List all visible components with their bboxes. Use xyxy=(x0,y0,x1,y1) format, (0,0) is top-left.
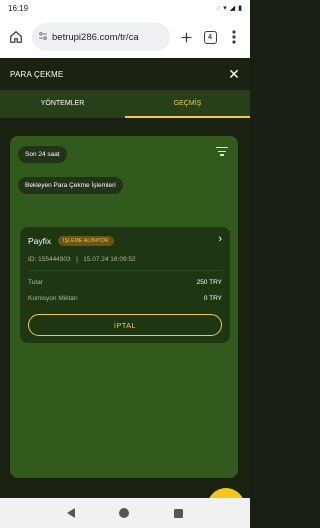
fee-row: Komisyon Miktarı 0 TRY xyxy=(28,295,222,302)
fee-value: 0 TRY xyxy=(203,295,222,302)
transaction-card[interactable]: Payfix İŞLEME ALINIYOR › ID: 155444903 |… xyxy=(20,227,230,343)
site-settings-icon[interactable] xyxy=(38,31,48,43)
amount-row: Tutar 250 TRY xyxy=(28,279,222,286)
history-panel: Son 24 saat Bekleyen Para Çekme İşlemler… xyxy=(10,136,238,478)
amount-label: Tutar xyxy=(28,279,43,286)
browser-toolbar: betrupi286.com/tr/ca 4 xyxy=(0,16,250,58)
page-title: PARA ÇEKME xyxy=(10,69,64,79)
transaction-meta: ID: 155444903 | 15.07.24 16:09:52 xyxy=(28,256,136,263)
mute-icon: ◌ xyxy=(216,4,221,12)
new-tab-icon[interactable] xyxy=(174,25,198,49)
transaction-id: ID: 155444903 xyxy=(28,256,71,263)
payment-method-name: Payfix xyxy=(28,236,52,246)
tab-count: 4 xyxy=(203,30,217,44)
meta-separator: | xyxy=(76,256,78,263)
system-status-bar: 16:19 ◌ ▾ ◢ ▮ xyxy=(0,0,250,16)
address-bar[interactable]: betrupi286.com/tr/ca xyxy=(32,23,170,51)
battery-icon: ▮ xyxy=(238,5,242,12)
transaction-datetime: 15.07.24 16:09:52 xyxy=(83,256,136,263)
url-text: betrupi286.com/tr/ca xyxy=(52,31,139,43)
back-icon[interactable] xyxy=(67,508,76,518)
chevron-right-icon[interactable]: › xyxy=(218,233,222,245)
withdraw-modal: PARA ÇEKME ✕ YÖNTEMLER GEÇMİŞ Son 24 saa… xyxy=(0,58,250,526)
status-icons: ◌ ▾ ◢ ▮ xyxy=(216,4,242,13)
signal-icon: ◢ xyxy=(229,5,236,12)
tab-switcher-button[interactable]: 4 xyxy=(198,25,222,49)
card-divider xyxy=(28,270,222,271)
tab-bar: YÖNTEMLER GEÇMİŞ xyxy=(0,90,250,118)
filter-icon[interactable] xyxy=(216,147,228,158)
modal-header: PARA ÇEKME ✕ xyxy=(0,58,250,90)
close-icon[interactable]: ✕ xyxy=(228,67,240,81)
wifi-icon: ▾ xyxy=(223,5,227,12)
status-time: 16:19 xyxy=(8,3,29,13)
pending-withdrawals-filter[interactable]: Bekleyen Para Çekme İşlemleri xyxy=(18,177,123,194)
status-badge: İŞLEME ALINIYOR xyxy=(58,236,114,246)
more-menu-icon[interactable] xyxy=(222,25,246,49)
home-icon[interactable] xyxy=(4,25,28,49)
fee-label: Komisyon Miktarı xyxy=(28,295,78,302)
amount-value: 250 TRY xyxy=(196,279,222,286)
home-button-icon[interactable] xyxy=(119,508,130,518)
tab-methods[interactable]: YÖNTEMLER xyxy=(0,91,125,118)
time-range-filter[interactable]: Son 24 saat xyxy=(18,146,67,163)
tab-history[interactable]: GEÇMİŞ xyxy=(125,91,250,118)
recents-icon[interactable] xyxy=(173,508,183,518)
cancel-button[interactable]: İPTAL xyxy=(28,314,222,336)
android-nav-bar xyxy=(0,498,250,528)
